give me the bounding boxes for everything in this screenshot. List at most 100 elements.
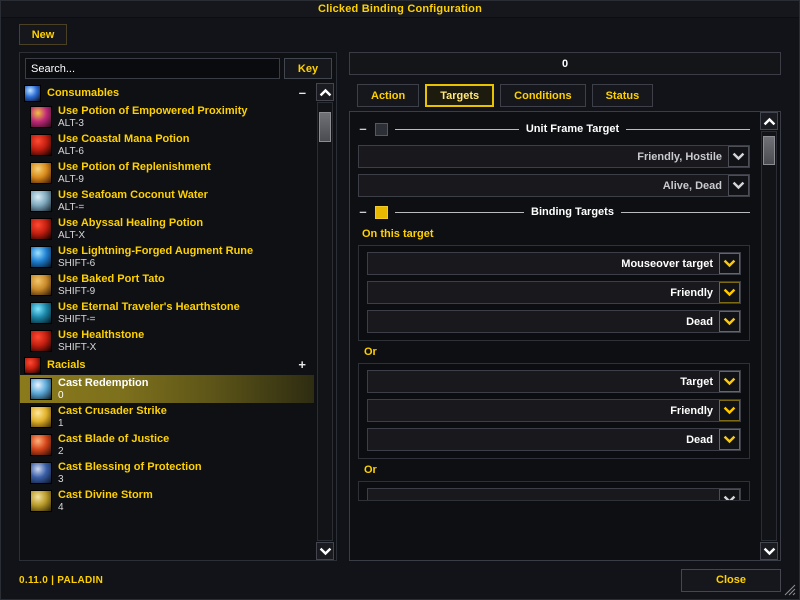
lightning-bolt-icon — [24, 85, 41, 102]
binding-list-item-selected[interactable]: Cast Redemption0 — [20, 375, 314, 403]
target-dropdown[interactable]: Dead — [367, 428, 741, 451]
binding-detail-panel: 0 Action Targets Conditions Status – Unit Fr… — [349, 52, 781, 561]
resize-grip-icon[interactable] — [784, 584, 796, 596]
binding-keybind-value[interactable]: 0 — [349, 52, 781, 75]
binding-item-keybind: 3 — [58, 474, 202, 485]
chevron-down-icon[interactable] — [719, 253, 740, 274]
binding-list-scroll-track[interactable] — [317, 102, 333, 541]
section-enable-checkbox[interactable] — [375, 206, 388, 219]
target-dropdown[interactable]: Dead — [367, 310, 741, 333]
binding-list-scroll-up-button[interactable] — [316, 83, 334, 101]
target-dropdown[interactable]: Mouseover target — [367, 252, 741, 275]
binding-item-keybind: SHIFT-= — [58, 314, 240, 325]
baked-port-tato-icon — [30, 274, 52, 296]
chevron-down-icon[interactable] — [719, 371, 740, 392]
targets-panel-scroll-track[interactable] — [761, 131, 777, 541]
binding-list-scroll-thumb[interactable] — [319, 112, 331, 143]
binding-list-item[interactable]: Use Abyssal Healing PotionALT-X — [20, 215, 314, 243]
section-header: – Unit Frame Target — [358, 120, 750, 138]
key-filter-button[interactable]: Key — [284, 58, 332, 79]
binding-item-name: Use Baked Port Tato — [58, 273, 165, 285]
section-divider-right — [621, 212, 750, 213]
binding-list-item[interactable]: Use Seafoam Coconut WaterALT-= — [20, 187, 314, 215]
binding-list-item[interactable]: Use Eternal Traveler's HearthstoneSHIFT-… — [20, 299, 314, 327]
binding-item-keybind: 1 — [58, 418, 167, 429]
binding-list-item[interactable]: Use Potion of Empowered ProximityALT-3 — [20, 103, 314, 131]
binding-item-keybind: ALT-= — [58, 202, 208, 213]
collapse-section-icon[interactable]: – — [358, 208, 368, 216]
collapse-group-icon[interactable]: – — [297, 88, 308, 98]
chevron-down-icon[interactable] — [719, 489, 740, 501]
binding-item-name: Use Lightning-Forged Augment Rune — [58, 245, 253, 257]
detail-tabs: Action Targets Conditions Status — [349, 84, 781, 107]
expand-group-icon[interactable]: + — [296, 360, 308, 370]
binding-item-keybind: SHIFT-9 — [58, 286, 165, 297]
targets-panel-scroll-thumb[interactable] — [763, 136, 775, 165]
binding-list-item[interactable]: Use HealthstoneSHIFT-X — [20, 327, 314, 355]
target-dropdown[interactable]: Alive, Dead — [358, 174, 750, 197]
dropdown-value: Friendly, Hostile — [637, 151, 728, 163]
close-button[interactable]: Close — [681, 569, 781, 592]
tab-targets[interactable]: Targets — [425, 84, 494, 107]
redemption-icon — [30, 378, 52, 400]
chevron-down-icon[interactable] — [728, 175, 749, 196]
target-dropdown[interactable]: Friendly, Hostile — [358, 145, 750, 168]
crusader-strike-icon — [30, 406, 52, 428]
chevron-down-icon[interactable] — [728, 146, 749, 167]
binding-item-name: Cast Blade of Justice — [58, 433, 169, 445]
search-row: Key — [20, 53, 336, 83]
binding-list-item[interactable]: Use Potion of ReplenishmentALT-9 — [20, 159, 314, 187]
footer: 0.11.0 | PALADIN Close — [1, 561, 799, 599]
targets-panel: – Unit Frame Target Friendly, Hostile Alive… — [349, 111, 781, 561]
target-dropdown[interactable] — [367, 488, 741, 501]
binding-list-item[interactable]: Use Baked Port TatoSHIFT-9 — [20, 271, 314, 299]
binding-list-item[interactable]: Cast Divine Storm4 — [20, 487, 314, 515]
target-dropdown[interactable]: Friendly — [367, 399, 741, 422]
dropdown-value: Target — [680, 376, 719, 388]
binding-item-keybind: 2 — [58, 446, 169, 457]
chevron-down-icon[interactable] — [719, 311, 740, 332]
chevron-down-icon[interactable] — [719, 400, 740, 421]
targets-panel-scrollbar[interactable] — [759, 112, 779, 560]
binding-group-header[interactable]: Racials+ — [20, 355, 314, 375]
new-binding-button[interactable]: New — [19, 24, 67, 45]
section-enable-checkbox[interactable] — [375, 123, 388, 136]
binding-group-header[interactable]: Consumables– — [20, 83, 314, 103]
chevron-down-icon[interactable] — [719, 282, 740, 303]
binding-item-name: Use Seafoam Coconut Water — [58, 189, 208, 201]
binding-item-text: Use HealthstoneSHIFT-X — [58, 329, 144, 353]
binding-item-keybind: 0 — [58, 390, 148, 401]
targets-panel-scroll-up-button[interactable] — [760, 112, 778, 130]
binding-list-item[interactable]: Cast Crusader Strike1 — [20, 403, 314, 431]
target-dropdown[interactable]: Target — [367, 370, 741, 393]
binding-list-item[interactable]: Use Lightning-Forged Augment RuneSHIFT-6 — [20, 243, 314, 271]
binding-item-text: Use Abyssal Healing PotionALT-X — [58, 217, 203, 241]
section-divider-left — [395, 212, 524, 213]
binding-list-scroll-down-button[interactable] — [316, 542, 334, 560]
binding-list-scrollbar[interactable] — [315, 83, 335, 560]
binding-item-keybind: ALT-9 — [58, 174, 211, 185]
binding-item-keybind: SHIFT-6 — [58, 258, 253, 269]
binding-item-keybind: SHIFT-X — [58, 342, 144, 353]
binding-list[interactable]: Consumables–Use Potion of Empowered Prox… — [20, 83, 314, 560]
binding-list-item[interactable]: Cast Blessing of Protection3 — [20, 459, 314, 487]
tab-action[interactable]: Action — [357, 84, 419, 107]
binding-list-item[interactable]: Cast Blade of Justice2 — [20, 431, 314, 459]
binding-item-name: Cast Divine Storm — [58, 489, 153, 501]
tab-status[interactable]: Status — [592, 84, 654, 107]
question-mark-icon — [30, 218, 52, 240]
chevron-down-icon[interactable] — [719, 429, 740, 450]
binding-item-name: Use Abyssal Healing Potion — [58, 217, 203, 229]
binding-item-name: Use Healthstone — [58, 329, 144, 341]
clicked-addon-window: Clicked Binding Configuration New Key Co… — [0, 0, 800, 600]
section-title: Binding Targets — [531, 206, 614, 218]
collapse-section-icon[interactable]: – — [358, 125, 368, 133]
search-input[interactable] — [25, 58, 280, 79]
section-title: Unit Frame Target — [526, 123, 619, 135]
targets-panel-scroll-down-button[interactable] — [760, 542, 778, 560]
tab-conditions[interactable]: Conditions — [500, 84, 585, 107]
target-dropdown[interactable]: Friendly — [367, 281, 741, 304]
binding-item-name: Cast Redemption — [58, 377, 148, 389]
target-condition-group — [358, 481, 750, 501]
binding-list-item[interactable]: Use Coastal Mana PotionALT-6 — [20, 131, 314, 159]
